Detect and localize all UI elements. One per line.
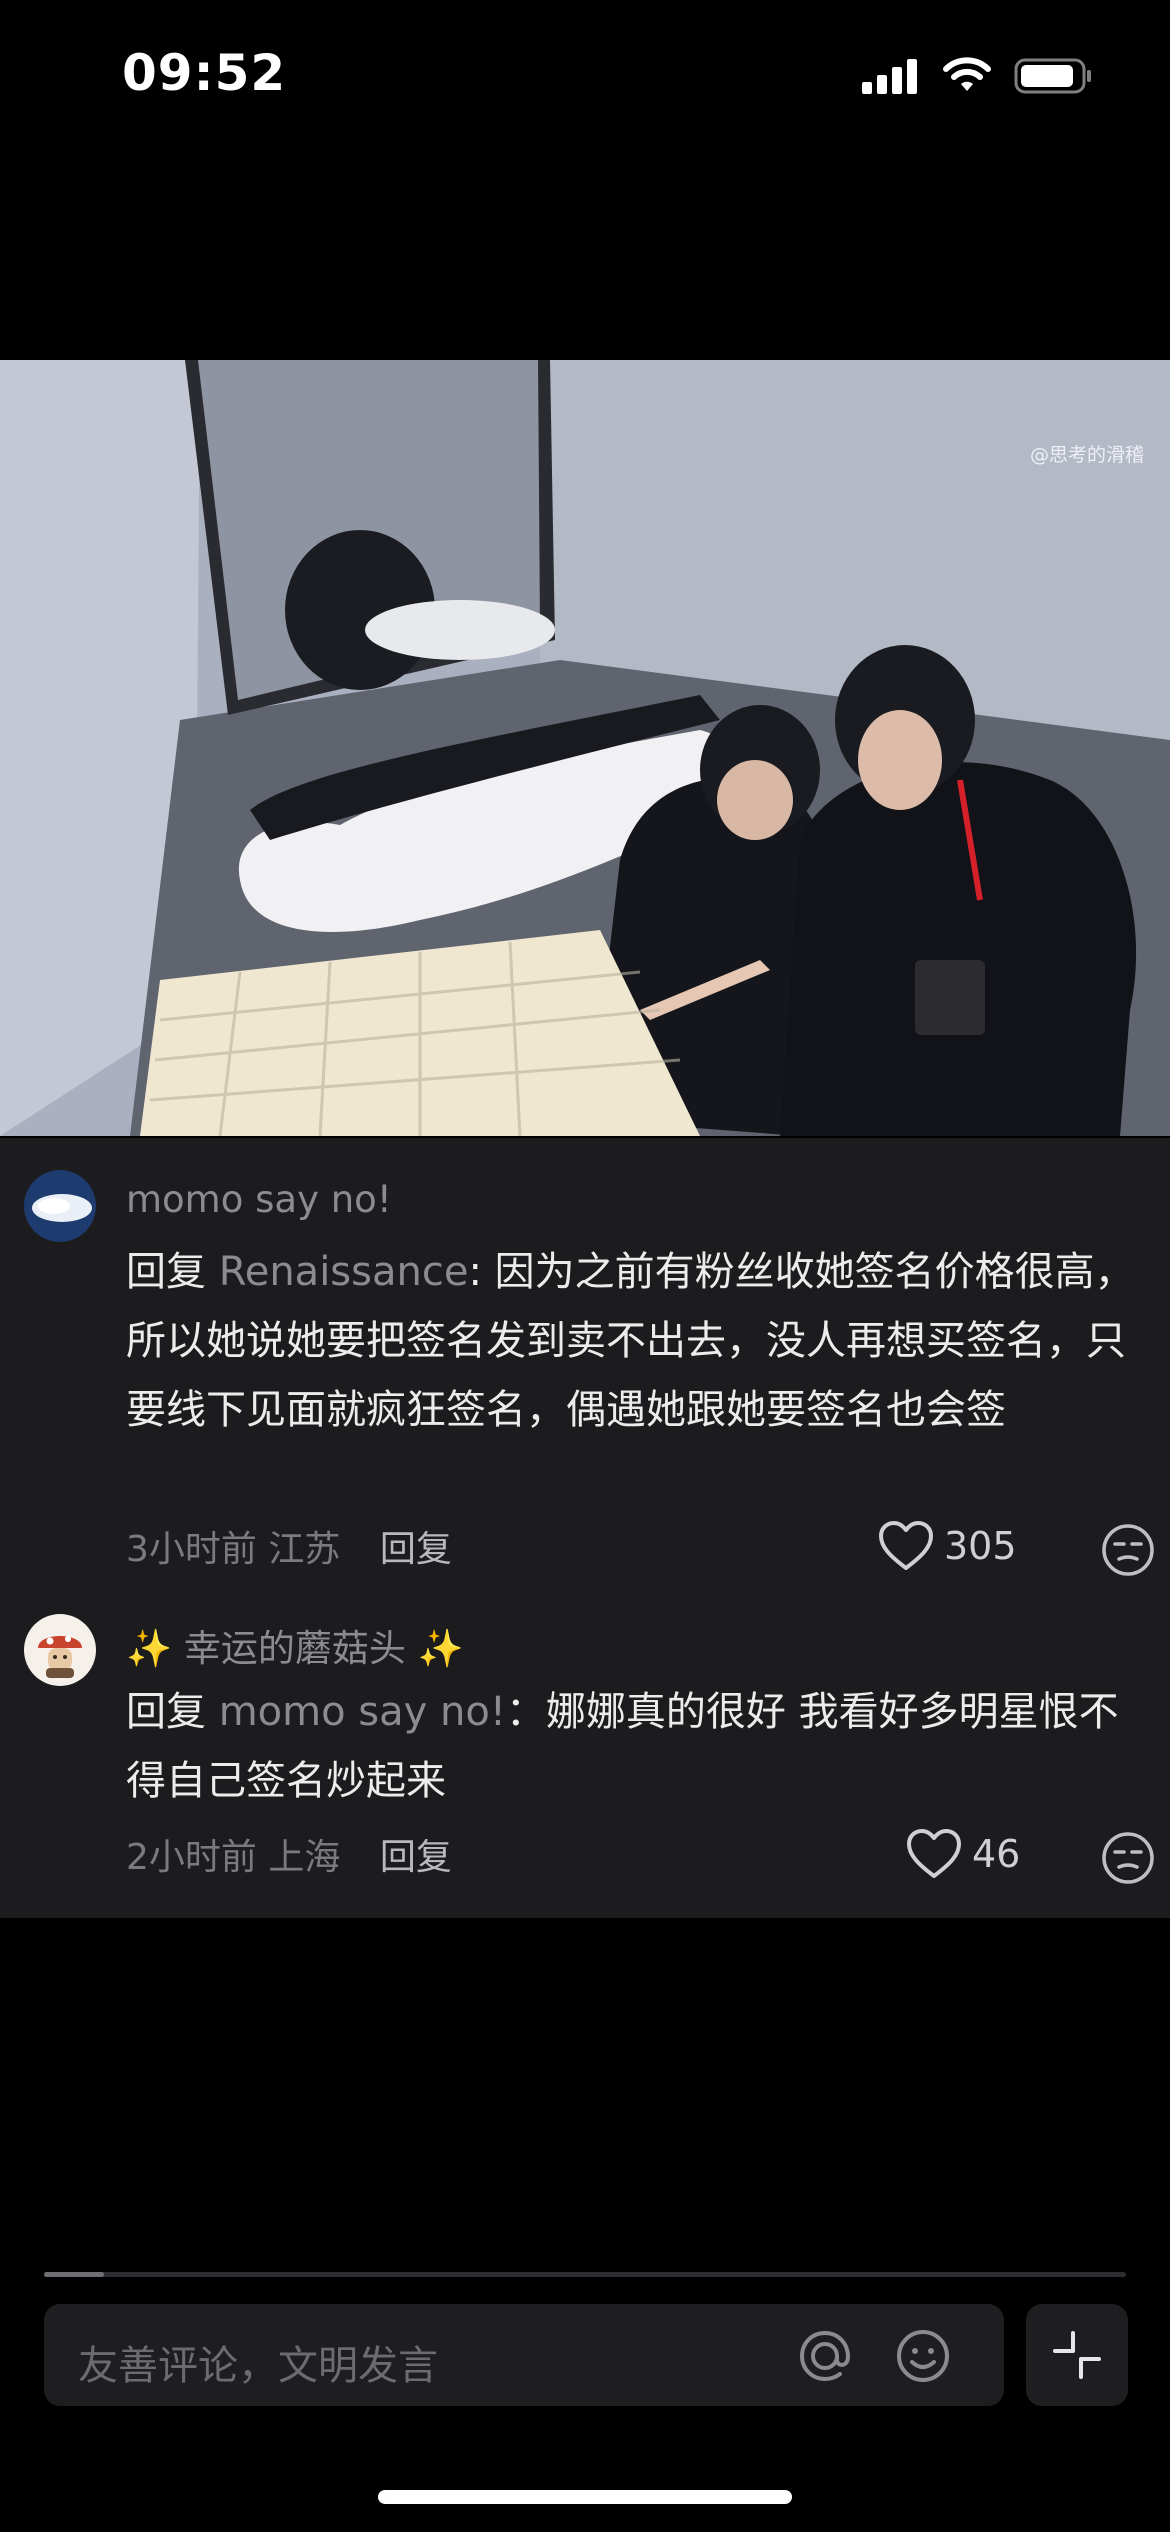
comment-input-placeholder: 友善评论，文明发言 [78,2343,438,2389]
reply-prefix: 回复 [126,1689,219,1735]
avatar-image [24,1170,96,1242]
comment-meta: 2小时前 上海 回复 [126,1828,452,1880]
comment-location: 上海 [268,1837,341,1878]
comment-username[interactable]: ✨ 幸运的蘑菇头 ✨ [126,1618,464,1672]
comment-username[interactable]: momo say no! [126,1178,392,1221]
video-player[interactable]: @思考的滑稽 [0,360,1170,1136]
comment-input[interactable]: 友善评论，文明发言 [44,2304,1004,2406]
comment-meta: 3小时前 江苏 回复 [126,1520,452,1572]
commenter-avatar[interactable] [24,1614,96,1686]
comments-panel: momo say no! 回复 Renaissance: 因为之前有粉丝收她签名… [0,1138,1170,1918]
like-button[interactable]: 46 [906,1828,1020,1880]
video-watermark: @思考的滑稽 [1029,444,1144,466]
comment-location: 江苏 [268,1529,341,1570]
status-icons [862,56,1094,96]
video-frame-image [0,360,1170,1136]
status-time: 09:52 [122,44,287,102]
reply-mention[interactable]: momo say no! [219,1689,506,1735]
emoji-icon[interactable] [894,2327,952,2385]
home-indicator [378,2490,792,2504]
like-button[interactable]: 305 [878,1520,1017,1572]
reply-mention[interactable]: Renaissance [219,1249,469,1295]
collapse-button[interactable] [1026,2304,1128,2406]
comment-time: 2小时前 [126,1837,257,1878]
wifi-icon [943,57,991,91]
dislike-button[interactable] [1100,1830,1156,1886]
reply-button[interactable]: 回复 [380,1837,452,1878]
reply-button[interactable]: 回复 [380,1529,452,1570]
cellular-signal-icon [862,59,917,94]
collapse-arrows-icon [1053,2331,1101,2379]
dislike-button[interactable] [1100,1522,1156,1578]
battery-icon [1014,58,1091,94]
mushroom-avatar-image [24,1614,96,1686]
unamused-face-icon [1102,1524,1154,1576]
reply-prefix: 回复 [126,1249,219,1295]
commenter-avatar[interactable] [24,1170,96,1242]
heart-icon [879,1521,933,1570]
comment-time: 3小时前 [126,1529,257,1570]
unamused-face-icon [1102,1832,1154,1884]
mention-at-icon[interactable] [796,2327,854,2385]
like-count: 305 [944,1524,1017,1568]
heart-icon [907,1829,961,1878]
video-progress-bar[interactable] [44,2272,1126,2277]
comment-body[interactable]: 回复 Renaissance: 因为之前有粉丝收她签名价格很高，所以她说她要把签… [126,1238,1136,1445]
comment-body[interactable]: 回复 momo say no!：娜娜真的很好 我看好多明星恨不得自己签名炒起来 [126,1678,1136,1816]
like-count: 46 [972,1832,1021,1876]
video-progress-fill [44,2272,104,2277]
